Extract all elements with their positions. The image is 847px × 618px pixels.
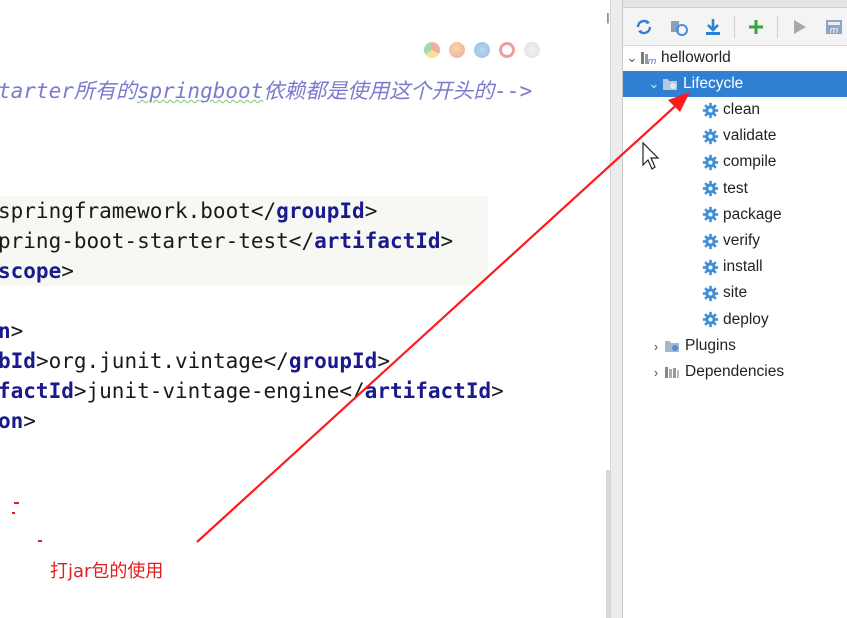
comment-text: tarter [0, 79, 74, 103]
annotation-mark [12, 512, 15, 514]
project-label: helloworld [661, 49, 731, 66]
svg-text:m: m [648, 57, 656, 66]
reimport-icon[interactable] [631, 13, 657, 41]
ie-icon[interactable] [474, 42, 490, 58]
code-line-exclusion-open: n> [0, 319, 24, 343]
maven-project-icon: m [639, 49, 657, 67]
chrome-icon[interactable] [424, 42, 440, 58]
maven-toolbar: m [623, 8, 847, 46]
goal-label: verify [723, 232, 761, 249]
tree-item-plugins[interactable]: › Plugins [623, 333, 847, 359]
gear-icon [701, 311, 719, 329]
code-line-exclusion-groupid: bId>org.junit.vintage</groupId> [0, 349, 390, 373]
comment-text: 所有的 [73, 79, 137, 103]
chevron-right-icon[interactable]: › [649, 365, 663, 380]
gear-icon [701, 232, 719, 250]
code-comment-line: tarter所有的springboot依赖都是使用这个开头的--> [0, 76, 532, 106]
goal-label: validate [723, 127, 777, 145]
annotation-mark [14, 502, 19, 504]
panel-divider[interactable] [610, 0, 623, 618]
add-icon[interactable] [743, 13, 769, 41]
folder-icon [661, 75, 679, 93]
plugins-folder-icon [663, 337, 681, 355]
tree-item-dependencies[interactable]: › Dependencies [623, 359, 847, 385]
tree-item-goal-verify[interactable]: verify [623, 228, 847, 254]
chevron-down-icon[interactable]: ⌄ [625, 50, 639, 66]
split-handle[interactable]: || [606, 12, 609, 24]
execute-goal-icon[interactable]: m [821, 13, 847, 41]
chevron-down-icon[interactable]: ⌄ [647, 76, 661, 92]
tree-item-goal-package[interactable]: package [623, 202, 847, 228]
opera-icon[interactable] [499, 42, 515, 58]
plugins-label: Plugins [685, 337, 736, 354]
generate-sources-icon[interactable] [665, 13, 691, 41]
gear-icon [701, 258, 719, 276]
gear-icon [701, 284, 719, 302]
gear-icon [701, 180, 719, 198]
gear-icon [701, 206, 719, 224]
annotation-mark [38, 540, 42, 542]
download-icon[interactable] [700, 13, 726, 41]
tree-item-goal-compile[interactable]: compile [623, 149, 847, 175]
code-line-scope: scope> [0, 256, 488, 286]
toolbar-separator [777, 15, 779, 38]
tree-item-lifecycle[interactable]: ⌄ Lifecycle [623, 71, 847, 97]
tree-item-project[interactable]: ⌄ m helloworld [623, 45, 847, 71]
toolbar-separator [734, 15, 736, 38]
gear-icon [701, 101, 719, 119]
comment-text: 依赖都是使用这个开头的--> [263, 79, 533, 103]
goal-label: compile [723, 153, 777, 171]
annotation-label: 打jar包的使用 [50, 561, 164, 582]
code-line-exclusion-close: on> [0, 409, 36, 433]
edge-icon[interactable] [524, 42, 540, 58]
maven-header [623, 0, 847, 8]
goal-label: deploy [723, 310, 769, 328]
tree-item-goal-install[interactable]: install [623, 254, 847, 280]
firefox-icon[interactable] [449, 42, 465, 58]
gear-icon [701, 127, 719, 145]
dependencies-label: Dependencies [685, 363, 785, 380]
tree-item-goal-validate[interactable]: validate [623, 123, 847, 149]
lifecycle-label: Lifecycle [683, 75, 744, 92]
tree-item-goal-clean[interactable]: clean [623, 97, 847, 123]
code-editor[interactable]: || tarter所有的springboot依赖都是使用这个开头的--> spr… [0, 0, 610, 618]
svg-text:m: m [829, 26, 838, 36]
code-line-groupid: springframework.boot</groupId> [0, 196, 488, 226]
chevron-right-icon[interactable]: › [649, 339, 663, 354]
run-icon[interactable] [786, 13, 812, 41]
goal-label: test [723, 179, 748, 197]
code-line-artifactid: pring-boot-starter-test</artifactId> [0, 226, 488, 256]
goal-label: clean [723, 101, 761, 118]
tree-item-goal-deploy[interactable]: deploy [623, 307, 847, 333]
gear-icon [701, 153, 719, 171]
goal-label: site [723, 284, 748, 302]
goal-label: package [723, 205, 782, 223]
dependencies-folder-icon [663, 363, 681, 381]
goal-label: install [723, 258, 763, 276]
tree-item-goal-site[interactable]: site [623, 280, 847, 306]
browser-preview-icons [424, 42, 540, 58]
tree-item-goal-test[interactable]: test [623, 176, 847, 202]
code-line-exclusion-artifactid: factId>junit-vintage-engine</artifactId> [0, 379, 504, 403]
comment-keyword: springboot [136, 79, 264, 103]
maven-tool-window: m ⌄ m helloworld ⌄ Lifecycle clean valida… [623, 0, 847, 618]
